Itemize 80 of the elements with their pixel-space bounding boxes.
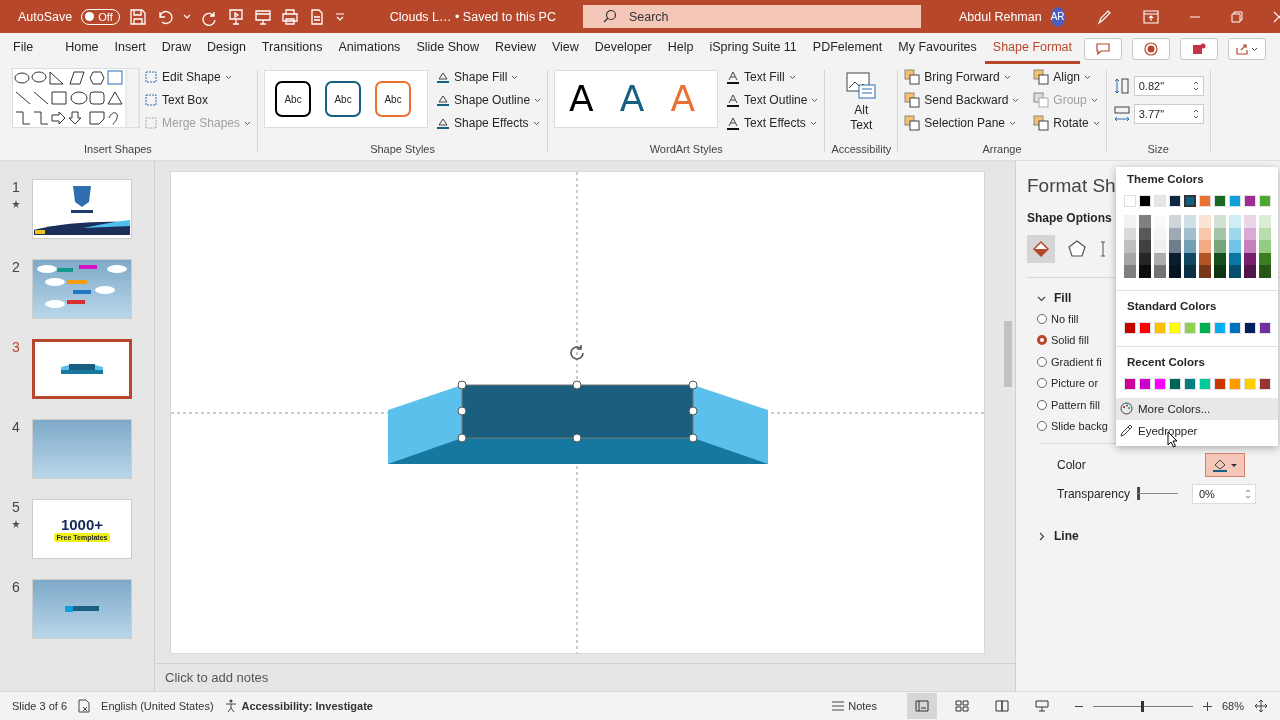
menu-heading: Recent Colors: [1126, 355, 1206, 370]
ribbon-command[interactable]: Text Fill: [726, 68, 819, 86]
group-label: Size: [1147, 143, 1169, 157]
search-field[interactable]: Search: [582, 5, 921, 28]
ribbon-tab[interactable]: Slide Show: [408, 33, 487, 64]
wordart-gallery[interactable]: A A A: [554, 70, 719, 128]
slide-number: 4: [12, 419, 20, 435]
ribbon-command[interactable]: Selection Pane: [904, 114, 1020, 132]
ribbon-command[interactable]: Send Backward: [904, 91, 1020, 109]
ribbon-tab[interactable]: Design: [198, 33, 254, 64]
height-field[interactable]: 0.82": [1133, 76, 1204, 96]
ribbon-tab[interactable]: Review: [486, 33, 544, 64]
width-field[interactable]: 3.77": [1133, 104, 1204, 124]
transparency-field[interactable]: 0%: [1192, 483, 1256, 504]
ribbon-tab[interactable]: Developer: [586, 33, 660, 64]
zoom-level[interactable]: 68%: [1221, 700, 1244, 712]
group-label: Accessibility: [831, 143, 892, 157]
shape-styles-gallery[interactable]: Abc Abc Abc: [264, 70, 429, 128]
eyedropper-item[interactable]: Eyedropper: [1116, 419, 1278, 442]
alt-text-button[interactable]: Alt Text: [840, 68, 883, 137]
group-label: Shape Styles: [370, 143, 435, 157]
slide-number: 6: [12, 579, 20, 595]
language-indicator[interactable]: English (United States): [101, 700, 214, 712]
ribbon-tab[interactable]: Transitions: [253, 33, 331, 64]
group-label: Insert Shapes: [84, 143, 152, 157]
ribbon-command[interactable]: Rotate: [1033, 114, 1100, 132]
ribbon-tab[interactable]: My Favourites: [890, 33, 985, 64]
ribbon-tab[interactable]: Help: [659, 33, 702, 64]
document-title[interactable]: Clouds L… • Saved to this PC: [389, 9, 556, 24]
ribbon-tab[interactable]: Home: [57, 33, 107, 64]
ribbon-command[interactable]: Text Outline: [726, 91, 819, 109]
thumbnail-headline: 1000+: [60, 516, 104, 533]
slide-number: 1: [12, 179, 20, 195]
ribbon-tab[interactable]: File: [5, 33, 42, 64]
user-name[interactable]: Abdul Rehman: [958, 9, 1042, 24]
transparency-label: Transparency: [1057, 486, 1131, 501]
ribbon-tab[interactable]: iSpring Suite 11: [701, 33, 805, 64]
fill-option[interactable]: Slide backg: [1027, 415, 1108, 437]
notes-placeholder[interactable]: Click to add notes: [165, 670, 269, 685]
fill-option[interactable]: Gradient fi: [1027, 351, 1102, 373]
accessibility-status[interactable]: Accessibility: Investigate: [241, 700, 373, 712]
group-label: Arrange: [982, 143, 1022, 157]
shape-options-tab[interactable]: Shape Options: [1027, 211, 1112, 225]
ribbon-command[interactable]: Edit Shape: [144, 68, 252, 86]
fill-option[interactable]: Pattern fill: [1027, 394, 1100, 416]
fill-option[interactable]: Solid fill: [1027, 329, 1089, 351]
pane-title: Format Sh: [1027, 175, 1116, 197]
slide-number: 3: [12, 339, 20, 355]
notes-button[interactable]: Notes: [831, 700, 877, 712]
fill-option[interactable]: Picture or: [1027, 372, 1099, 394]
fill-section-header[interactable]: Fill: [1027, 288, 1072, 308]
wordart-sample[interactable]: A: [619, 79, 645, 119]
slide-number: 5: [12, 499, 20, 515]
ribbon-tab[interactable]: View: [543, 33, 587, 64]
color-label: Color: [1057, 457, 1087, 472]
more-colors-item[interactable]: More Colors...: [1116, 397, 1278, 420]
ribbon-command[interactable]: Shape Effects: [436, 114, 542, 132]
user-avatar[interactable]: AR: [1050, 6, 1065, 27]
autosave-label: AutoSave: [18, 9, 73, 24]
ribbon-tab[interactable]: Animations: [330, 33, 409, 64]
ribbon-command[interactable]: Shape Outline: [436, 91, 542, 109]
group-label: WordArt Styles: [649, 143, 723, 157]
style-sample[interactable]: Abc: [275, 81, 312, 117]
wordart-sample[interactable]: A: [569, 79, 594, 119]
menu-heading: Standard Colors: [1126, 299, 1218, 314]
ribbon-tab[interactable]: PDFelement: [804, 33, 891, 64]
menu-heading: Theme Colors: [1126, 173, 1205, 187]
fill-option[interactable]: No fill: [1027, 308, 1079, 330]
ribbon-command[interactable]: Shape Fill: [436, 68, 542, 86]
style-sample[interactable]: Abc: [325, 81, 362, 117]
slide-number: 2: [12, 259, 20, 275]
ribbon-command[interactable]: Align: [1033, 68, 1100, 86]
ribbon-tab[interactable]: Insert: [106, 33, 154, 64]
ribbon-command[interactable]: Text Effects: [726, 114, 819, 132]
ribbon-command[interactable]: Text Box: [144, 91, 252, 109]
style-sample[interactable]: Abc: [375, 81, 412, 117]
slide-counter: Slide 3 of 6: [12, 700, 68, 712]
line-section-header[interactable]: Line: [1027, 526, 1079, 546]
ribbon-command[interactable]: Bring Forward: [904, 68, 1020, 86]
ribbon-tab[interactable]: Draw: [153, 33, 199, 64]
